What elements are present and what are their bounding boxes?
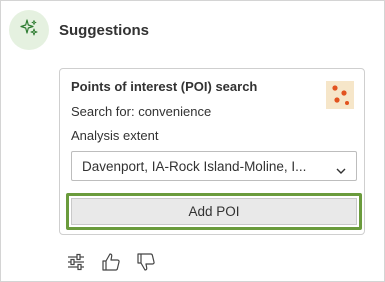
add-poi-highlight: Add POI <box>66 193 362 230</box>
add-poi-button[interactable]: Add POI <box>71 198 357 225</box>
analysis-extent-value: Davenport, IA-Rock Island-Moline, I... <box>82 158 307 174</box>
suggestion-actions <box>65 251 170 273</box>
poi-suggestion-card: Points of interest (POI) search Search f… <box>59 68 365 235</box>
sparkle-icon <box>19 18 39 43</box>
thumbs-up-icon[interactable] <box>100 251 122 273</box>
analysis-extent-label: Analysis extent <box>71 128 159 143</box>
settings-sliders-icon[interactable] <box>65 251 87 273</box>
search-for-text: Search for: convenience <box>71 104 212 119</box>
thumbs-down-icon[interactable] <box>135 251 157 273</box>
suggestions-panel: Suggestions Points of interest (POI) sea… <box>0 0 385 282</box>
suggestions-header: Suggestions <box>9 10 149 50</box>
poi-map-thumbnail-icon <box>326 81 354 109</box>
assistant-avatar <box>9 10 49 50</box>
card-title: Points of interest (POI) search <box>71 79 258 94</box>
analysis-extent-select[interactable]: Davenport, IA-Rock Island-Moline, I... <box>71 151 357 181</box>
chevron-down-icon <box>336 162 346 180</box>
page-title: Suggestions <box>59 21 150 39</box>
